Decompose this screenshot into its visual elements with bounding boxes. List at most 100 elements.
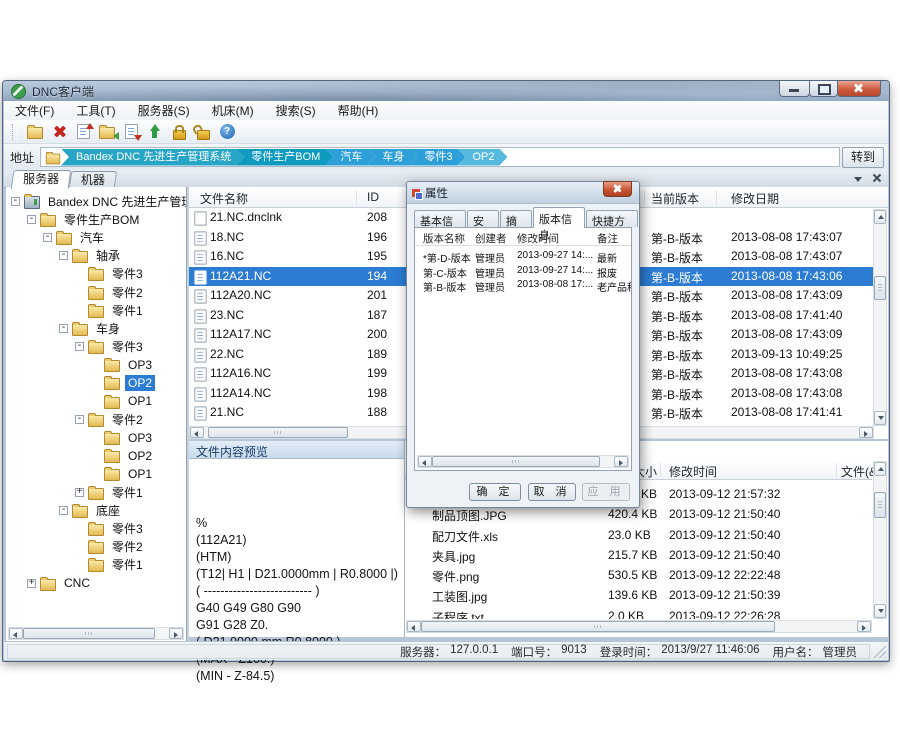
folder-icon (88, 488, 104, 500)
dialog-hscrollbar[interactable] (417, 455, 629, 468)
close-button[interactable] (837, 81, 881, 97)
version-row[interactable]: 第-C-版本 管理员 2013-09-27 14:... 报废 (415, 263, 631, 278)
tree-expander[interactable]: - (11, 197, 20, 206)
menu-item[interactable]: 文件(F) (4, 100, 65, 121)
tree-item[interactable]: OP2 (6, 374, 186, 392)
tree-expander[interactable]: - (43, 233, 52, 242)
dialog-tab[interactable]: 摘要 (500, 210, 532, 227)
breadcrumb-segment[interactable]: Bandex DNC 先进生产管理系统 (61, 149, 244, 166)
col-time[interactable]: 修改时间 (669, 463, 717, 480)
tree-item[interactable]: 零件2 (6, 283, 186, 301)
attachment-time: 2013-09-12 21:50:39 (669, 588, 780, 602)
tree-item[interactable]: - 零件生产BOM (6, 210, 186, 228)
attachment-vscrollbar[interactable] (873, 461, 887, 619)
attachment-row[interactable]: 工装图.jpg 139.6 KB 2013-09-12 21:50:39 (405, 586, 872, 606)
tree-item[interactable]: 零件1 (6, 556, 186, 574)
dialog-tab[interactable]: 基本信息 (414, 210, 466, 227)
cancel-button[interactable]: 取 消 (528, 483, 576, 501)
unlock-icon[interactable] (191, 122, 215, 142)
minimize-button[interactable] (779, 81, 810, 97)
tree-hscrollbar[interactable] (8, 627, 184, 640)
col-current-version[interactable]: 当前版本 (651, 190, 699, 207)
folder-icon (104, 397, 120, 409)
breadcrumb-segment[interactable]: 零件生产BOM (236, 149, 333, 166)
col-note[interactable]: 备注 (597, 231, 618, 246)
tree-item[interactable]: 零件3 (6, 519, 186, 537)
dialog-close-button[interactable] (603, 181, 632, 197)
file-date: 2013-08-08 17:43:07 (731, 230, 842, 244)
tree-expander[interactable]: - (27, 215, 36, 224)
tree-item[interactable]: 零件2 (6, 538, 186, 556)
col-id[interactable]: ID (367, 190, 379, 204)
tree-item[interactable]: - 底座 (6, 501, 186, 519)
dialog-tab[interactable]: 安全 (467, 210, 499, 227)
preview-line: G40 G49 G80 G90 (196, 600, 404, 617)
col-creator[interactable]: 创建者 (475, 231, 507, 246)
checkout-folder-icon[interactable] (95, 122, 119, 142)
attachment-row[interactable]: 零件.png 530.5 KB 2013-09-12 22:22:48 (405, 566, 872, 586)
folder-icon[interactable] (23, 122, 47, 142)
attachment-row[interactable]: 子程序.txt 2.0 KB 2013-09-12 22:26:28 (405, 607, 872, 619)
resize-grip[interactable] (873, 645, 886, 658)
status-field-value: 127.0.0.1 (450, 644, 498, 660)
menu-item[interactable]: 服务器(S) (127, 100, 201, 121)
attachment-hscrollbar[interactable] (406, 620, 872, 633)
tree-item[interactable]: - 零件3 (6, 338, 186, 356)
tree-item[interactable]: OP3 (6, 428, 186, 446)
tree-expander[interactable]: + (27, 579, 36, 588)
tree-item[interactable]: 零件3 (6, 265, 186, 283)
tree-item[interactable]: 零件1 (6, 301, 186, 319)
tab-server[interactable]: 服务器 (11, 170, 72, 189)
title-bar[interactable]: DNC客户端 (3, 81, 889, 101)
tree-item[interactable]: OP2 (6, 447, 186, 465)
send-up-icon[interactable] (143, 122, 167, 142)
attachment-row[interactable]: 配刀文件.xls 23.0 KB 2013-09-12 21:50:40 (405, 526, 872, 546)
file-date: 2013-08-08 17:43:08 (731, 366, 842, 380)
dialog-tab[interactable]: 版本信息 (533, 207, 585, 228)
tree-expander[interactable]: - (59, 251, 68, 260)
lock-icon[interactable] (167, 122, 191, 142)
tree-expander[interactable]: - (75, 415, 84, 424)
attachment-row[interactable]: 夹具.jpg 215.7 KB 2013-09-12 21:50:40 (405, 546, 872, 566)
maximize-button[interactable] (809, 81, 838, 97)
tree-item[interactable]: OP1 (6, 392, 186, 410)
col-modified-time[interactable]: 修改时间 (517, 231, 559, 246)
tree-item[interactable]: + 零件1 (6, 483, 186, 501)
menu-item[interactable]: 帮助(H) (327, 100, 390, 121)
delete-icon[interactable] (47, 122, 71, 142)
tree-item[interactable]: + CNC (6, 574, 186, 592)
download-file-icon[interactable] (119, 122, 143, 142)
tree-expander[interactable]: - (75, 342, 84, 351)
tree-item[interactable]: - 汽车 (6, 228, 186, 246)
col-version-name[interactable]: 版本名称 (423, 231, 465, 246)
address-field[interactable]: Bandex DNC 先进生产管理系统零件生产BOM汽车车身零件3OP2 (40, 147, 840, 167)
version-row[interactable]: 第-B-版本 管理员 2013-08-08 17:... 老产品程序 (415, 277, 631, 292)
dialog-tab[interactable]: 快捷方式 (586, 210, 638, 227)
tree-item[interactable]: - 零件2 (6, 410, 186, 428)
menu-item[interactable]: 工具(T) (65, 100, 126, 121)
chevron-down-icon[interactable] (854, 177, 862, 182)
ok-button[interactable]: 确 定 (469, 483, 521, 501)
attachment-row[interactable]: 制品顶图.JPG 420.4 KB 2013-09-12 21:50:40 (405, 505, 872, 525)
col-modified-date[interactable]: 修改日期 (731, 190, 779, 207)
menu-item[interactable]: 搜索(S) (265, 100, 327, 121)
tree-item[interactable]: OP1 (6, 465, 186, 483)
tree-expander[interactable]: + (75, 488, 84, 497)
version-row[interactable]: *第-D-版本 管理员 2013-09-27 14:... 最新 (415, 248, 631, 263)
tab-close-icon[interactable] (872, 173, 882, 183)
file-list-vscrollbar[interactable] (873, 209, 887, 426)
breadcrumb-segment[interactable]: 零件3 (409, 149, 465, 166)
help-icon[interactable] (215, 122, 239, 142)
col-file-name[interactable]: 文件名称 (200, 190, 248, 207)
go-button[interactable]: 转到 (842, 147, 884, 168)
menu-item[interactable]: 机床(M) (201, 100, 265, 121)
tab-machine[interactable]: 机器 (69, 171, 117, 188)
tree-expander[interactable]: - (59, 506, 68, 515)
tree-item[interactable]: - 轴承 (6, 247, 186, 265)
upload-file-icon[interactable] (71, 122, 95, 142)
toolbar-grip (12, 124, 17, 140)
tree-item[interactable]: - 车身 (6, 319, 186, 337)
tree-item[interactable]: OP3 (6, 356, 186, 374)
tree-item[interactable]: - Bandex DNC 先进生产管理系统 (6, 192, 186, 210)
tree-expander[interactable]: - (59, 324, 68, 333)
